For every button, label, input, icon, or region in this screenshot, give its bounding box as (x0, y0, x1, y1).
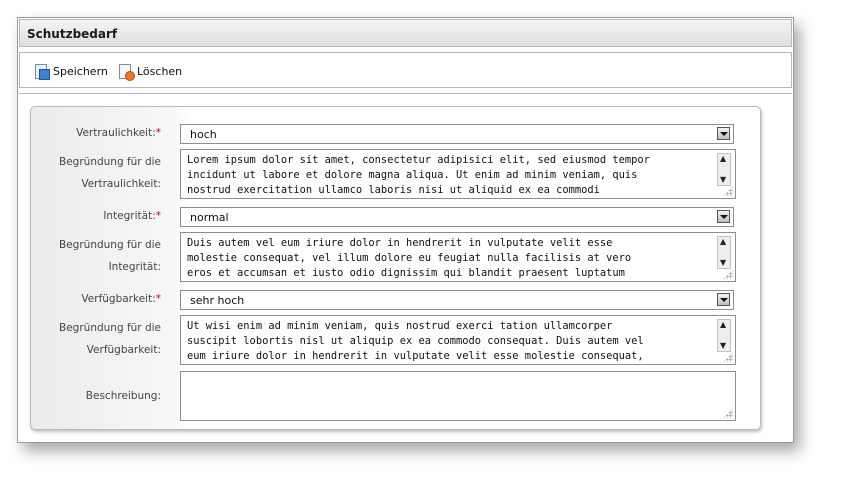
textarea-scrollbar[interactable]: ▲ ▼ (717, 319, 731, 352)
form-area: Vertraulichkeit:* hoch Begründung für di… (19, 93, 792, 441)
availability-value: sehr hoch (190, 294, 245, 307)
dropdown-arrow-icon[interactable] (717, 127, 730, 140)
required-marker: * (155, 293, 161, 305)
text-line: Lorem ipsum dolor sit amet, consectetur … (187, 154, 650, 166)
resize-grip-icon[interactable] (723, 352, 733, 362)
confidentiality-reason-text: Lorem ipsum dolor sit amet, consectetur … (187, 153, 711, 198)
dropdown-arrow-icon[interactable] (717, 293, 730, 306)
scroll-down-icon[interactable]: ▼ (720, 259, 726, 267)
required-marker: * (155, 127, 161, 139)
textarea-scrollbar[interactable]: ▲ ▼ (717, 236, 731, 269)
availability-reason-label-line2: Verfügbarkeit: (86, 344, 161, 356)
window-title: Schutzbedarf (27, 27, 118, 41)
text-line: eros et accumsan et iusto odio dignissim… (187, 267, 625, 279)
confidentiality-reason-label-line1: Begründung für die (59, 156, 161, 168)
text-line: suscipit lobortis nisl ut aliquip ex ea … (187, 335, 644, 347)
confidentiality-label-text: Vertraulichkeit: (76, 127, 156, 139)
description-label: Beschreibung: (85, 390, 161, 402)
text-line: Duis autem vel eum iriure dolor in hendr… (187, 237, 613, 249)
text-line: Ut wisi enim ad minim veniam, quis nostr… (187, 320, 613, 332)
integrity-reason-label-line2: Integrität: (108, 261, 161, 273)
form-panel: Vertraulichkeit:* hoch Begründung für di… (30, 106, 761, 430)
save-document-icon (34, 63, 50, 80)
dropdown-arrow-icon[interactable] (717, 210, 730, 223)
resize-grip-icon[interactable] (723, 269, 733, 279)
integrity-label-text: Integrität: (103, 210, 156, 222)
confidentiality-select[interactable]: hoch (180, 124, 734, 144)
availability-select[interactable]: sehr hoch (180, 290, 734, 310)
text-line: eum iriure dolor in hendrerit in vulputa… (187, 350, 644, 362)
availability-label-text: Verfügbarkeit: (81, 293, 156, 305)
confidentiality-reason-textarea[interactable]: Lorem ipsum dolor sit amet, consectetur … (180, 149, 736, 199)
resize-grip-icon[interactable] (723, 186, 733, 196)
required-marker: * (155, 210, 161, 222)
scroll-down-icon[interactable]: ▼ (720, 342, 726, 350)
confidentiality-label: Vertraulichkeit:* (31, 122, 161, 144)
integrity-reason-text: Duis autem vel eum iriure dolor in hendr… (187, 236, 711, 281)
availability-label: Verfügbarkeit:* (31, 288, 161, 310)
text-line: incidunt ut labore et dolore magna aliqu… (187, 169, 638, 181)
integrity-select[interactable]: normal (180, 207, 734, 227)
text-line: molestie consequat, vel illum dolore eu … (187, 252, 632, 264)
resize-grip-icon[interactable] (723, 408, 733, 418)
window-titlebar: Schutzbedarf (19, 19, 792, 47)
save-button[interactable]: Speichern (34, 62, 108, 80)
scroll-up-icon[interactable]: ▲ (720, 321, 726, 329)
integrity-value: normal (190, 211, 229, 224)
scroll-up-icon[interactable]: ▲ (720, 155, 726, 163)
scroll-down-icon[interactable]: ▼ (720, 176, 726, 184)
delete-button[interactable]: Löschen (118, 62, 183, 81)
integrity-reason-label: Begründung für die Integrität: (31, 234, 161, 278)
schutzbedarf-window: Schutzbedarf Speichern Löschen Vertrauli… (17, 17, 794, 443)
description-textarea[interactable] (180, 371, 736, 421)
scroll-up-icon[interactable]: ▲ (720, 238, 726, 246)
integrity-label: Integrität:* (31, 205, 161, 227)
confidentiality-value: hoch (190, 128, 217, 141)
textarea-scrollbar[interactable]: ▲ ▼ (717, 153, 731, 186)
toolbar: Speichern Löschen (19, 52, 792, 88)
availability-reason-label: Begründung für die Verfügbarkeit: (31, 317, 161, 361)
text-line: nostrud exercitation ullamco laboris nis… (187, 184, 600, 196)
availability-reason-textarea[interactable]: Ut wisi enim ad minim veniam, quis nostr… (180, 315, 736, 365)
availability-reason-text: Ut wisi enim ad minim veniam, quis nostr… (187, 319, 711, 364)
delete-button-label: Löschen (137, 64, 183, 78)
integrity-reason-label-line1: Begründung für die (59, 239, 161, 251)
save-button-label: Speichern (53, 64, 108, 78)
integrity-reason-textarea[interactable]: Duis autem vel eum iriure dolor in hendr… (180, 232, 736, 282)
delete-document-icon (118, 63, 135, 81)
confidentiality-reason-label: Begründung für die Vertraulichkeit: (31, 151, 161, 195)
availability-reason-label-line1: Begründung für die (59, 322, 161, 334)
confidentiality-reason-label-line2: Vertraulichkeit: (81, 178, 161, 190)
